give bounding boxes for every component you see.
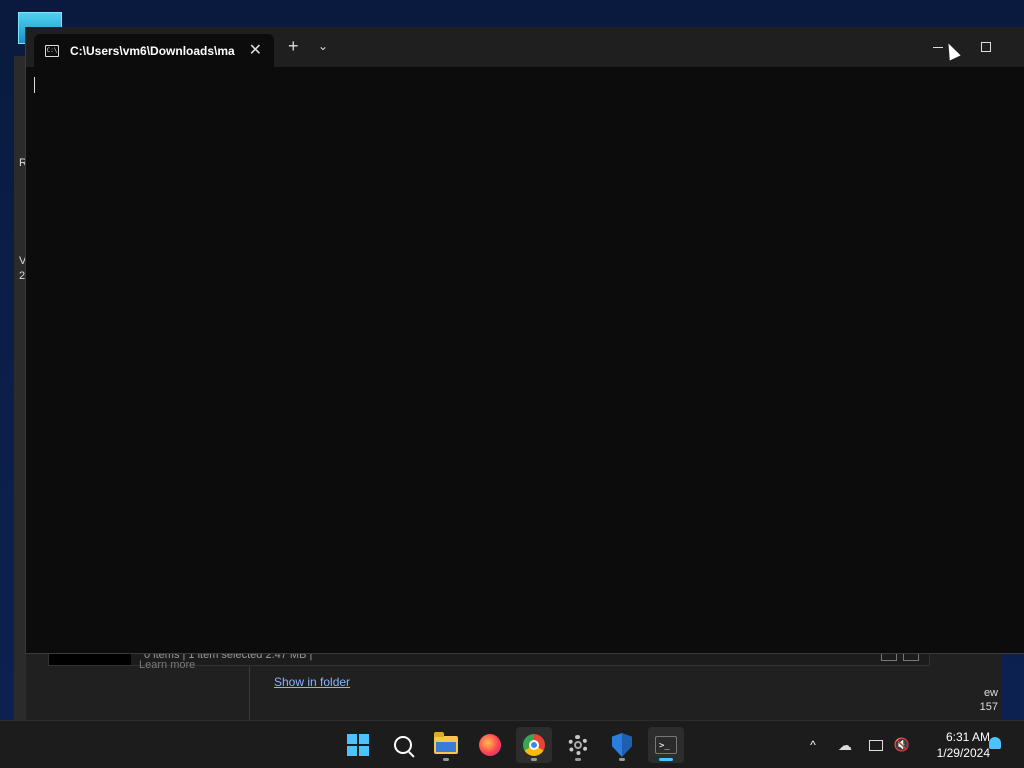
search-button[interactable]: [385, 727, 421, 763]
taskbar-settings[interactable]: [560, 727, 596, 763]
terminal-titlebar[interactable]: C:\ C:\Users\vm6\Downloads\ma ✕ + ⌄: [26, 27, 1024, 67]
taskbar-firefox[interactable]: [472, 727, 508, 763]
terminal-window: C:\ C:\Users\vm6\Downloads\ma ✕ + ⌄: [25, 27, 1024, 654]
background-fragment: ew: [983, 687, 998, 699]
taskbar-file-explorer[interactable]: [428, 727, 464, 763]
taskbar: >_ ^ ☁ 🔇 6:31 AM 1/29/2024: [0, 720, 1024, 768]
taskbar-defender[interactable]: [604, 727, 640, 763]
shield-icon: [612, 733, 632, 757]
terminal-tab[interactable]: C:\ C:\Users\vm6\Downloads\ma ✕: [34, 34, 274, 67]
clock[interactable]: 6:31 AM 1/29/2024: [918, 729, 990, 761]
onedrive-tray[interactable]: ☁: [834, 721, 856, 768]
cloud-off-icon: ☁: [838, 736, 852, 753]
gear-icon: [568, 735, 588, 755]
notification-bell-icon[interactable]: [989, 737, 1001, 749]
learn-more-text[interactable]: Learn more: [139, 659, 195, 671]
network-icon: [869, 739, 883, 751]
tab-title: C:\Users\vm6\Downloads\ma: [70, 44, 235, 58]
volume-tray[interactable]: 🔇: [892, 721, 912, 768]
running-indicator: [619, 758, 625, 761]
running-indicator: [575, 758, 581, 761]
running-indicator: [443, 758, 449, 761]
taskbar-terminal[interactable]: >_: [648, 727, 684, 763]
network-tray[interactable]: [866, 721, 886, 768]
folder-icon: [434, 732, 458, 754]
volume-muted-icon: 🔇: [893, 737, 911, 752]
terminal-icon: >_: [655, 736, 677, 754]
windows-logo-icon: [347, 734, 369, 756]
search-icon: [394, 736, 412, 754]
taskbar-chrome[interactable]: [516, 727, 552, 763]
cmd-icon: C:\: [45, 45, 59, 57]
chevron-up-icon: ^: [810, 738, 816, 752]
show-in-folder-link[interactable]: Show in folder: [274, 675, 350, 689]
clock-date: 1/29/2024: [936, 746, 990, 760]
firefox-icon: [479, 734, 501, 756]
clock-time: 6:31 AM: [945, 730, 990, 744]
chevron-down-icon[interactable]: ⌄: [318, 39, 328, 53]
maximize-button[interactable]: [971, 37, 1001, 57]
terminal-content[interactable]: [26, 67, 1024, 653]
active-indicator: [659, 758, 673, 761]
chrome-icon: [523, 734, 545, 756]
running-indicator: [531, 758, 537, 761]
start-button[interactable]: [340, 727, 376, 763]
new-tab-button[interactable]: +: [288, 36, 299, 57]
text-cursor: [34, 77, 35, 93]
show-hidden-icons-button[interactable]: ^: [803, 721, 823, 768]
close-tab-icon[interactable]: ✕: [249, 40, 262, 60]
background-fragment: 157: [979, 701, 998, 713]
